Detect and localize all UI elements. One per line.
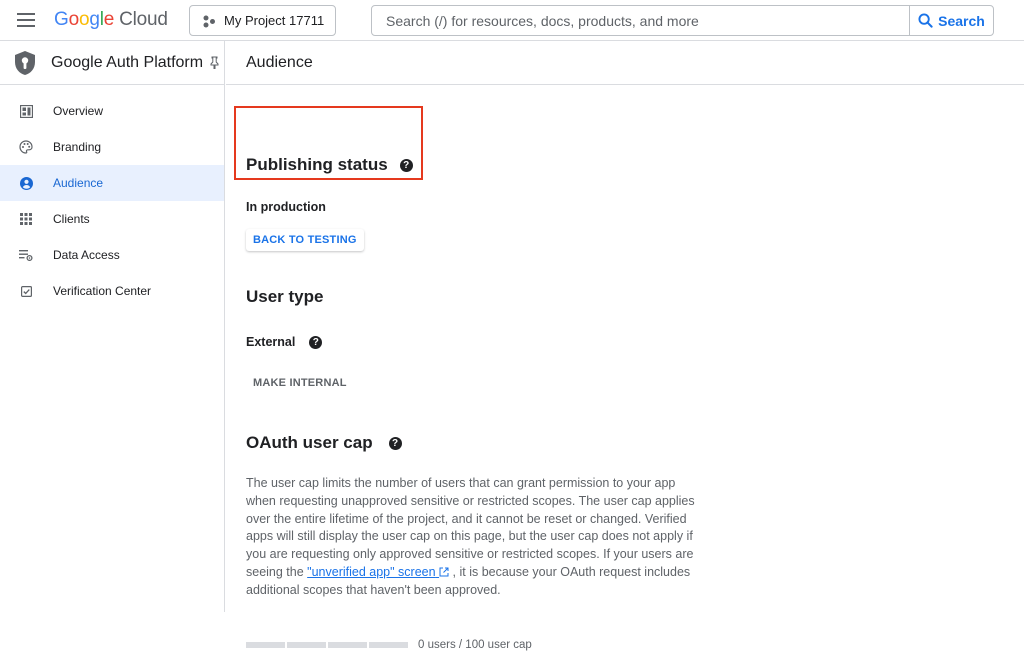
oauth-user-cap-heading-text: OAuth user cap — [246, 433, 373, 452]
unverified-app-link-text: "unverified app" screen — [307, 564, 436, 579]
dashboard-icon — [19, 104, 33, 118]
make-internal-button[interactable]: MAKE INTERNAL — [246, 372, 354, 394]
user-cap-progress: 0 users / 100 user cap — [246, 639, 532, 651]
top-bar: Google Cloud My Project 17711 Search — [0, 0, 1024, 41]
sidebar-item-label: Verification Center — [53, 284, 152, 298]
oauth-user-cap-heading: OAuth user cap ? — [246, 433, 402, 453]
project-selector-button[interactable]: My Project 17711 — [189, 5, 336, 36]
palette-icon — [19, 140, 33, 154]
pin-icon[interactable] — [209, 56, 220, 69]
sidebar-item-label: Clients — [53, 212, 90, 226]
logo-letter: o — [68, 9, 80, 30]
publishing-status-heading-text: Publishing status — [246, 155, 388, 174]
search-input[interactable] — [372, 6, 909, 35]
search-button[interactable]: Search — [909, 6, 993, 35]
google-cloud-logo[interactable]: Google Cloud — [54, 9, 168, 31]
sidebar-item-overview[interactable]: Overview — [0, 93, 224, 129]
search-button-label: Search — [938, 12, 985, 29]
user-cap-progress-label: 0 users / 100 user cap — [418, 639, 532, 651]
shield-lock-icon — [15, 50, 35, 75]
sidebar-header: Google Auth Platform — [0, 41, 224, 85]
sidebar-nav: Overview Branding Audience Clients Data … — [0, 93, 224, 309]
help-icon[interactable]: ? — [388, 436, 402, 450]
sidebar-item-label: Audience — [53, 176, 104, 190]
checkbox-icon — [19, 284, 33, 298]
project-name: My Project 17711 — [224, 13, 325, 28]
progress-segment — [246, 642, 285, 648]
sidebar-item-branding[interactable]: Branding — [0, 129, 224, 165]
grid-dots-icon — [19, 212, 33, 226]
back-to-testing-button[interactable]: BACK TO TESTING — [246, 229, 364, 251]
progress-segment — [287, 642, 326, 648]
user-type-value-row: External ? — [246, 335, 323, 349]
menu-icon[interactable] — [17, 13, 35, 27]
sidebar-item-data-access[interactable]: Data Access — [0, 237, 224, 273]
main-content: Audience Publishing status ? In producti… — [226, 41, 1024, 651]
user-cap-description: The user cap limits the number of users … — [246, 475, 706, 600]
search-bar: Search — [371, 5, 994, 36]
publishing-status-heading: Publishing status ? — [246, 155, 413, 175]
logo-letter: e — [103, 9, 115, 30]
publishing-status-section: Publishing status ? — [246, 155, 413, 175]
sidebar-title: Google Auth Platform — [51, 53, 204, 71]
sidebar-item-label: Data Access — [53, 248, 120, 262]
user-cap-progress-bar — [246, 642, 408, 648]
search-icon — [918, 13, 933, 28]
sidebar-item-clients[interactable]: Clients — [0, 201, 224, 237]
logo-letter: G — [54, 9, 69, 30]
logo-letter: o — [78, 9, 90, 30]
help-icon[interactable]: ? — [399, 158, 413, 172]
project-icon — [203, 15, 215, 27]
progress-segment — [369, 642, 408, 648]
user-type-heading: User type — [246, 287, 323, 307]
user-type-heading-text: User type — [246, 287, 324, 306]
sidebar-item-label: Overview — [53, 104, 104, 118]
list-settings-icon — [19, 248, 33, 262]
external-link-icon — [439, 567, 449, 577]
account-circle-icon — [19, 176, 33, 190]
user-type-value: External — [246, 335, 296, 349]
progress-segment — [328, 642, 367, 648]
sidebar-item-verification-center[interactable]: Verification Center — [0, 273, 224, 309]
sidebar-item-audience[interactable]: Audience — [0, 165, 224, 201]
sidebar: Google Auth Platform Overview Branding A… — [0, 41, 225, 612]
user-cap-text-before: The user cap limits the number of users … — [246, 476, 695, 579]
publishing-status-value: In production — [246, 200, 326, 214]
logo-letter: g — [89, 9, 100, 30]
unverified-app-screen-link[interactable]: "unverified app" screen — [307, 565, 449, 579]
help-icon[interactable]: ? — [309, 335, 323, 349]
logo-cloud-text: Cloud — [119, 9, 168, 30]
page-title: Audience — [226, 41, 1024, 85]
sidebar-item-label: Branding — [53, 140, 102, 154]
